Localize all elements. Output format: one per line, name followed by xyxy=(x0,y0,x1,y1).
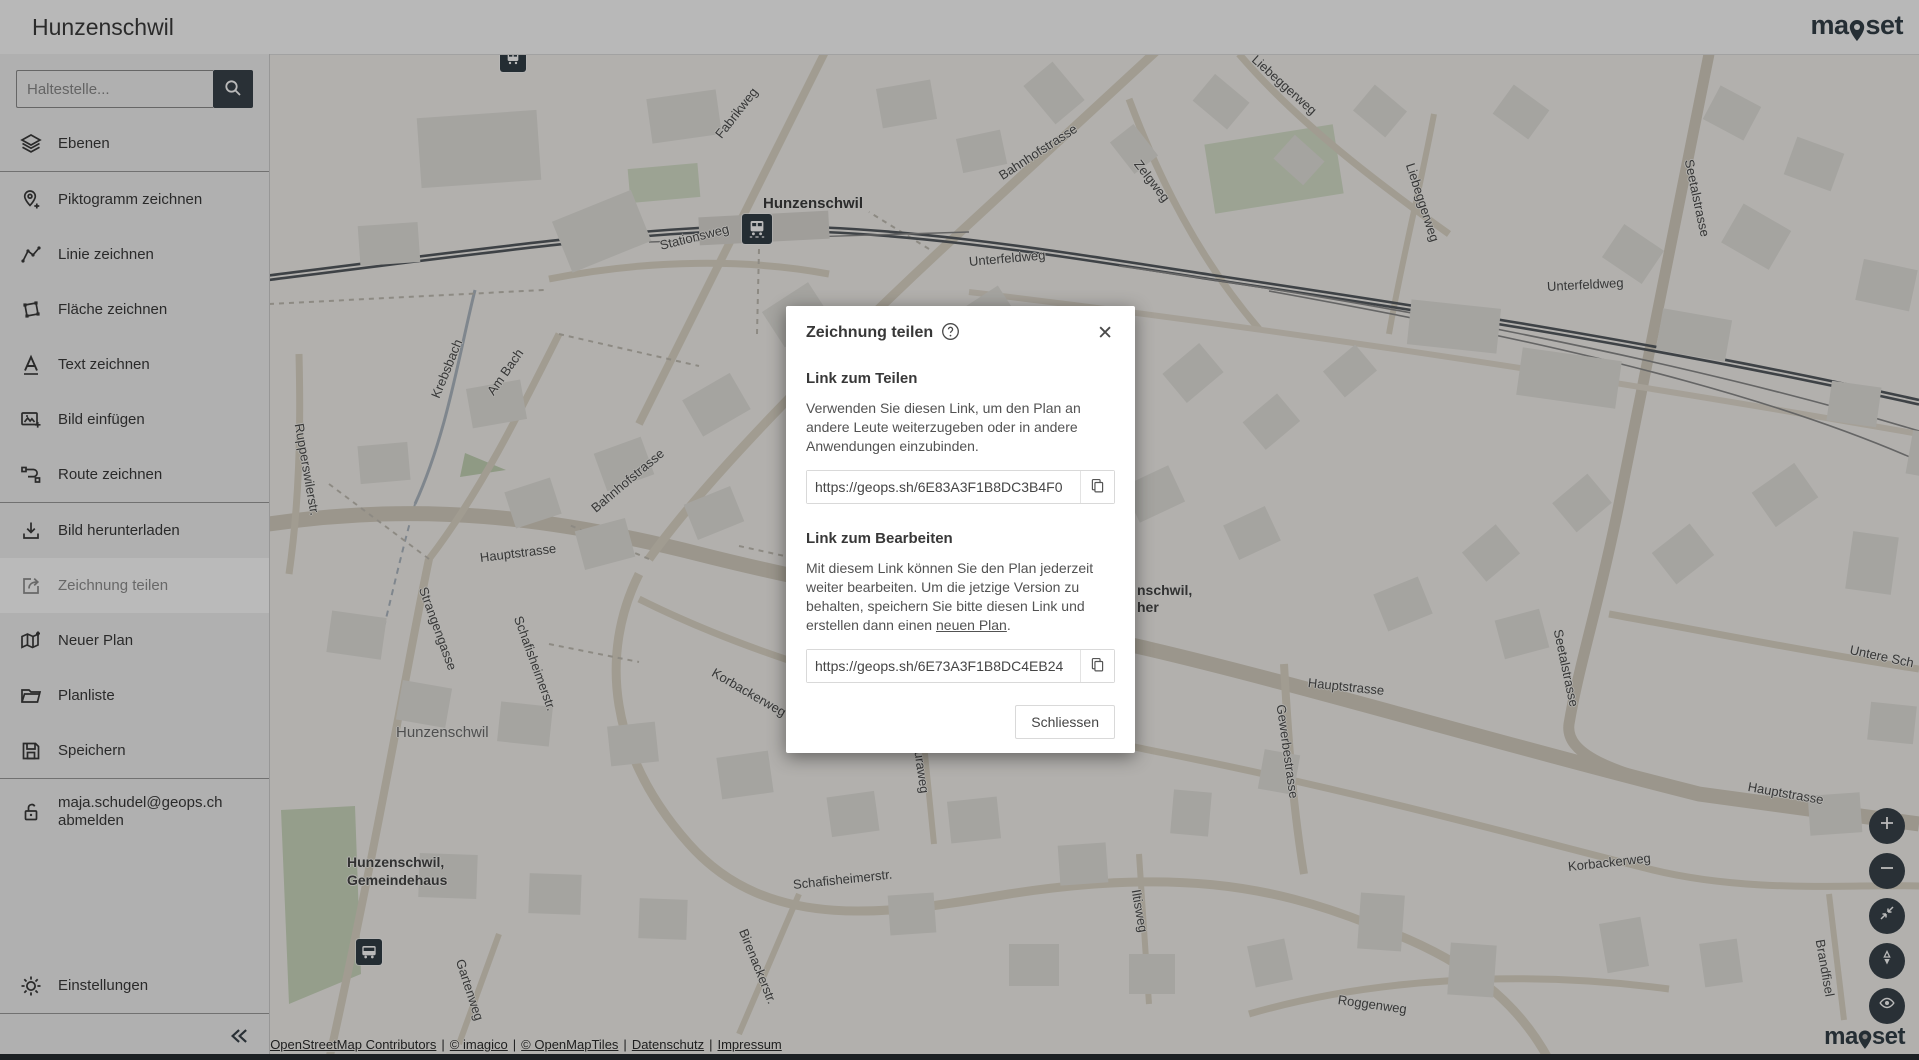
help-button[interactable] xyxy=(941,322,960,344)
close-icon: ✕ xyxy=(1097,323,1113,344)
share-link-input[interactable] xyxy=(807,471,1080,503)
dialog-title: Zeichnung teilen xyxy=(806,324,933,342)
new-plan-link[interactable]: neuen Plan xyxy=(936,617,1007,633)
edit-link-description: Mit diesem Link können Sie den Plan jede… xyxy=(806,559,1115,635)
copy-icon xyxy=(1089,477,1106,497)
copy-share-link-button[interactable] xyxy=(1080,471,1114,503)
edit-link-input[interactable] xyxy=(807,650,1080,682)
copy-edit-link-button[interactable] xyxy=(1080,650,1114,682)
share-dialog: Zeichnung teilen ✕ Link zum Teilen Verwe… xyxy=(786,306,1135,753)
copy-icon xyxy=(1089,656,1106,676)
share-link-description: Verwenden Sie diesen Link, um den Plan a… xyxy=(806,399,1115,456)
share-link-heading: Link zum Teilen xyxy=(806,370,1115,387)
help-icon xyxy=(941,322,960,344)
edit-link-heading: Link zum Bearbeiten xyxy=(806,530,1115,547)
close-dialog-button[interactable]: ✕ xyxy=(1095,324,1115,343)
close-button[interactable]: Schliessen xyxy=(1015,705,1115,739)
